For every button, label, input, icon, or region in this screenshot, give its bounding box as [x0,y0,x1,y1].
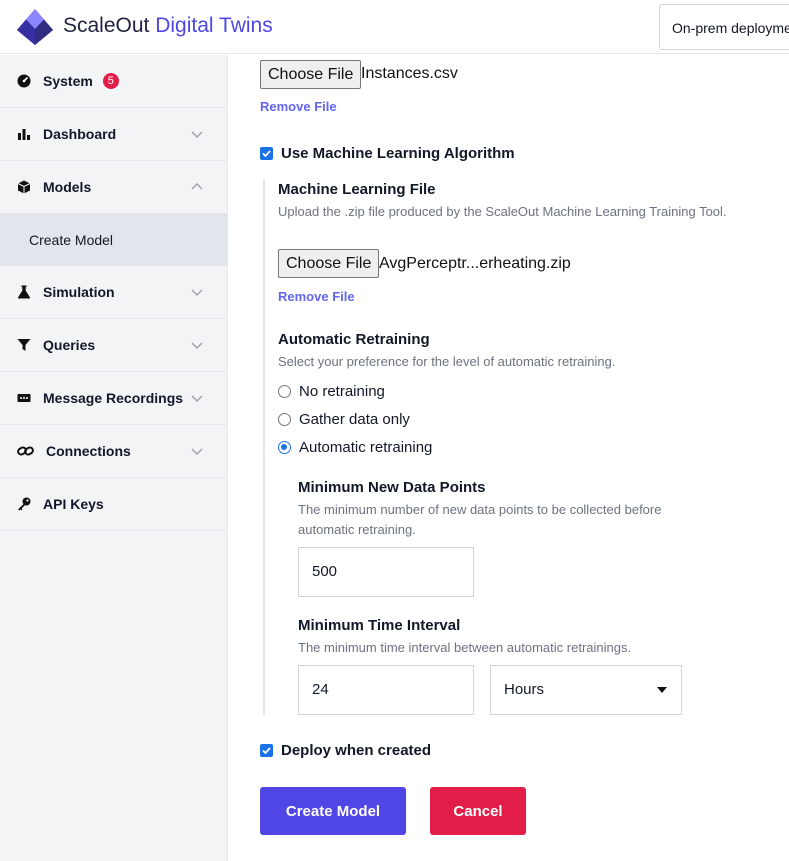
use-ml-checkbox[interactable] [260,147,273,160]
instances-file-name: Instances.csv [361,65,458,82]
min-data-points-input[interactable]: 500 [298,547,474,597]
cube-icon [17,180,31,194]
radio-no-retraining[interactable] [278,385,291,398]
create-model-form: Choose File Instances.csv Remove File Us… [228,55,789,861]
scaleout-logo-icon[interactable] [16,8,54,46]
sidebar-item-queries[interactable]: Queries [0,319,227,372]
caret-down-icon [657,687,667,693]
deploy-label[interactable]: Deploy when created [281,742,431,759]
sidebar-item-label: API Keys [43,496,104,512]
use-ml-label[interactable]: Use Machine Learning Algorithm [281,145,515,162]
gauge-icon [17,74,31,88]
environment-selector[interactable]: On-prem deployme [659,4,789,50]
radio-gather-data-only[interactable] [278,413,291,426]
radio-label-automatic-retraining[interactable]: Automatic retraining [299,439,432,456]
time-unit-select[interactable]: Hours [490,665,682,715]
checkmark-icon [262,747,271,755]
key-icon [17,497,31,511]
sidebar-item-message-recordings[interactable]: Message Recordings [0,372,227,425]
sidebar-item-simulation[interactable]: Simulation [0,266,227,319]
choose-ml-file-button[interactable]: Choose File [278,249,380,278]
filter-icon [17,338,31,352]
chevron-up-icon[interactable] [191,181,203,193]
radio-label-no-retraining[interactable]: No retraining [299,383,385,400]
sidebar-item-models[interactable]: Models [0,161,227,214]
min-time-interval-title: Minimum Time Interval [298,617,461,634]
deploy-checkbox[interactable] [260,744,273,757]
min-data-points-help: The minimum number of new data points to… [298,502,662,537]
sidebar-item-dashboard[interactable]: Dashboard [0,108,227,161]
time-unit-value: Hours [504,681,545,698]
chevron-down-icon[interactable] [191,445,203,457]
chevron-down-icon[interactable] [191,128,203,140]
chevron-down-icon[interactable] [191,392,203,404]
sidebar-item-api-keys[interactable]: API Keys [0,478,227,531]
min-time-interval-help: The minimum time interval between automa… [298,640,632,655]
brand-name: ScaleOut Digital Twins [63,13,273,39]
sidebar-item-system[interactable]: System 5 [0,55,227,108]
radio-automatic-retraining[interactable] [278,441,291,454]
retraining-title: Automatic Retraining [278,331,430,348]
chevron-down-icon[interactable] [191,339,203,351]
sidebar-item-label: Dashboard [43,126,117,142]
radio-label-gather-data-only[interactable]: Gather data only [299,411,410,428]
choose-instances-file-button[interactable]: Choose File [260,60,362,89]
flask-icon [17,285,31,299]
create-model-button[interactable]: Create Model [260,787,406,835]
ml-section-border [263,179,265,715]
sidebar-item-label: System [43,73,93,89]
notification-badge: 5 [102,73,119,89]
message-icon [17,391,31,405]
sidebar-item-connections[interactable]: Connections [0,425,227,478]
sidebar-item-label: Message Recordings [43,390,184,406]
sidebar: System 5 Dashboard Models Create Model S… [0,55,228,861]
remove-ml-file-link[interactable]: Remove File [278,289,355,304]
cancel-button[interactable]: Cancel [430,787,526,835]
link-icon [17,444,34,458]
sidebar-item-label: Connections [46,443,131,459]
remove-instances-file-link[interactable]: Remove File [260,99,337,114]
checkmark-icon [262,150,271,158]
brand-name-part2: Digital Twins [155,14,273,37]
sidebar-subitem-create-model[interactable]: Create Model [0,214,227,266]
app-header: ScaleOut Digital Twins On-prem deployme [0,0,789,54]
sidebar-item-label: Models [43,179,92,195]
sidebar-item-label: Queries [43,337,96,353]
sidebar-item-label: Simulation [43,284,115,300]
chevron-down-icon[interactable] [191,286,203,298]
ml-file-title: Machine Learning File [278,181,436,198]
ml-file-help: Upload the .zip file produced by the Sca… [278,204,727,219]
min-time-interval-input[interactable]: 24 [298,665,474,715]
min-data-points-title: Minimum New Data Points [298,479,486,496]
bar-chart-icon [17,127,31,141]
ml-file-name: AvgPerceptr...erheating.zip [379,255,571,272]
retraining-help: Select your preference for the level of … [278,354,616,369]
brand-name-part1: ScaleOut [63,14,156,37]
